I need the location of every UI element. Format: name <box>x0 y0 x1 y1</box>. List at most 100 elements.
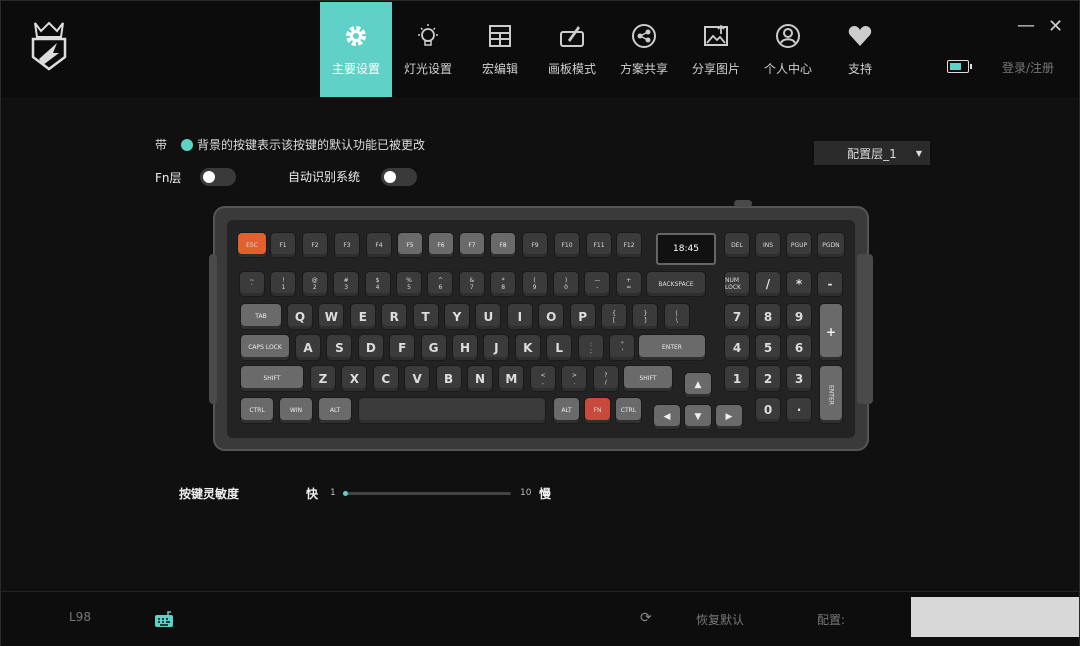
key-num-12[interactable]: + = <box>616 272 641 296</box>
fn-layer-toggle[interactable] <box>199 168 236 186</box>
slider-thumb[interactable] <box>343 491 348 496</box>
key-numpad-0[interactable]: 0 <box>756 398 780 422</box>
key-f5[interactable]: F5 <box>398 233 422 257</box>
key-f7[interactable]: F7 <box>460 233 484 257</box>
tab-drawing-board[interactable]: 画板模式 <box>536 2 608 97</box>
key-sym-q-2[interactable]: | \ <box>664 304 689 329</box>
key-f6[interactable]: F6 <box>429 233 453 257</box>
key-k[interactable]: K <box>515 335 540 360</box>
key-fn[interactable]: FN <box>585 398 610 423</box>
key-pgup[interactable]: PGUP <box>787 233 811 257</box>
key-sym-z-1[interactable]: >. <box>562 366 587 391</box>
key-ins[interactable]: INS <box>756 233 780 257</box>
key-sym-a-1[interactable]: " ' <box>610 335 635 360</box>
key-esc[interactable]: ESC <box>238 233 266 257</box>
key-f3[interactable]: F3 <box>335 233 359 257</box>
tab-scheme-share[interactable]: 方案共享 <box>608 2 680 97</box>
key-numpad-top-0[interactable]: / <box>756 272 780 296</box>
key-d[interactable]: D <box>358 335 383 360</box>
key-enter[interactable]: ENTER <box>639 335 705 360</box>
key-j[interactable]: J <box>484 335 509 360</box>
sensitivity-slider[interactable] <box>343 491 511 496</box>
close-button[interactable]: ✕ <box>1048 16 1063 37</box>
key-sym-z-2[interactable]: ? / <box>593 366 618 391</box>
key-arrow-up[interactable]: ▲ <box>685 373 711 397</box>
key-right-shift[interactable]: SHIFT <box>624 366 672 391</box>
key-num-11[interactable]: — - <box>585 272 610 296</box>
key-f1[interactable]: F1 <box>271 233 295 257</box>
key-r[interactable]: R <box>382 304 407 329</box>
key-num-2[interactable]: @2 <box>302 272 327 296</box>
key-num-10[interactable]: ) 0 <box>554 272 578 296</box>
key-sym-a-0[interactable]: :; <box>579 335 603 360</box>
refresh-icon[interactable]: ⟳ <box>640 610 652 626</box>
key-w[interactable]: W <box>319 304 344 329</box>
key-arrow-right[interactable]: ▶ <box>716 405 742 429</box>
login-link[interactable]: 登录/注册 <box>1002 59 1054 76</box>
tab-personal-center[interactable]: 个人中心 <box>752 2 824 97</box>
tab-main-settings[interactable]: 主要设置 <box>320 2 392 97</box>
key-f[interactable]: F <box>390 335 415 360</box>
key-numlock[interactable]: NUM LOCK <box>725 272 749 296</box>
key-num-1[interactable]: ! 1 <box>271 272 296 296</box>
key-num-4[interactable]: $4 <box>365 272 390 296</box>
tab-share-image[interactable]: 分享图片 <box>680 2 752 97</box>
keyboard-device-icon[interactable] <box>154 610 174 632</box>
key-f2[interactable]: F2 <box>303 233 327 257</box>
key-q[interactable]: Q <box>288 304 312 329</box>
key-numpad-4[interactable]: 4 <box>725 335 749 360</box>
restore-defaults-button[interactable]: 恢复默认 <box>696 611 744 628</box>
key-x[interactable]: X <box>342 366 367 391</box>
key-t[interactable]: T <box>413 304 438 329</box>
key-h[interactable]: H <box>453 335 477 360</box>
key-right-ctrl[interactable]: CTRL <box>616 398 641 423</box>
key-num-7[interactable]: & 7 <box>459 272 484 296</box>
key-v[interactable]: V <box>405 366 430 391</box>
key-arrow-left[interactable]: ◀ <box>654 405 680 429</box>
key-numpad-7[interactable]: 7 <box>725 304 749 329</box>
key-num-3[interactable]: #3 <box>334 272 359 296</box>
key-del[interactable]: DEL <box>725 233 749 257</box>
key-backspace[interactable]: BACKSPACE <box>647 272 705 296</box>
key-tab[interactable]: TAB <box>241 304 281 329</box>
key-m[interactable]: M <box>499 366 524 391</box>
key-sym-q-0[interactable]: {[ <box>602 304 626 329</box>
key-win[interactable]: WIN <box>280 398 312 423</box>
key-left-alt[interactable]: ALT <box>319 398 351 423</box>
key-l[interactable]: L <box>547 335 572 360</box>
key-f10[interactable]: F10 <box>555 233 579 257</box>
auto-detect-toggle[interactable] <box>381 167 417 186</box>
key-numpad-6[interactable]: 6 <box>787 335 811 360</box>
key-p[interactable]: P <box>570 304 595 329</box>
profile-select[interactable]: 配置层_1 ▼ <box>814 141 930 165</box>
key-numpad-3[interactable]: 3 <box>787 366 811 391</box>
key-i[interactable]: I <box>507 304 532 329</box>
key-numpad-5[interactable]: 5 <box>756 335 780 360</box>
key-sym-q-1[interactable]: }] <box>633 304 658 329</box>
key-left-ctrl[interactable]: CTRL <box>241 398 273 423</box>
minimize-button[interactable]: — <box>1017 15 1035 36</box>
key-pgdn[interactable]: PGDN <box>818 233 844 257</box>
key-arrow-down[interactable]: ▼ <box>685 405 711 429</box>
key-f9[interactable]: F9 <box>523 233 547 257</box>
key-f4[interactable]: F4 <box>367 233 391 257</box>
key-numpad-8[interactable]: 8 <box>756 304 780 329</box>
key-left-shift[interactable]: SHIFT <box>241 366 303 391</box>
key-num-8[interactable]: * 8 <box>491 272 516 296</box>
key-numpad-top-1[interactable]: * <box>787 272 811 296</box>
key-o[interactable]: O <box>539 304 564 329</box>
tab-lighting[interactable]: 灯光设置 <box>392 2 464 97</box>
key-right-alt[interactable]: ALT <box>554 398 579 423</box>
key-numpad-plus[interactable]: + <box>820 304 842 360</box>
key-numpad-top-2[interactable]: - <box>818 272 842 296</box>
key-u[interactable]: U <box>476 304 501 329</box>
key-num-0[interactable]: ~ ` <box>240 272 264 296</box>
key-num-9[interactable]: (9 <box>522 272 547 296</box>
key-numpad-dot[interactable]: · <box>787 398 811 422</box>
key-sym-z-0[interactable]: <, <box>531 366 555 391</box>
key-c[interactable]: C <box>373 366 398 391</box>
key-num-5[interactable]: % 5 <box>397 272 421 296</box>
key-num-6[interactable]: ^ 6 <box>428 272 453 296</box>
key-numpad-1[interactable]: 1 <box>725 366 749 391</box>
tab-support[interactable]: 支持 <box>824 2 896 97</box>
